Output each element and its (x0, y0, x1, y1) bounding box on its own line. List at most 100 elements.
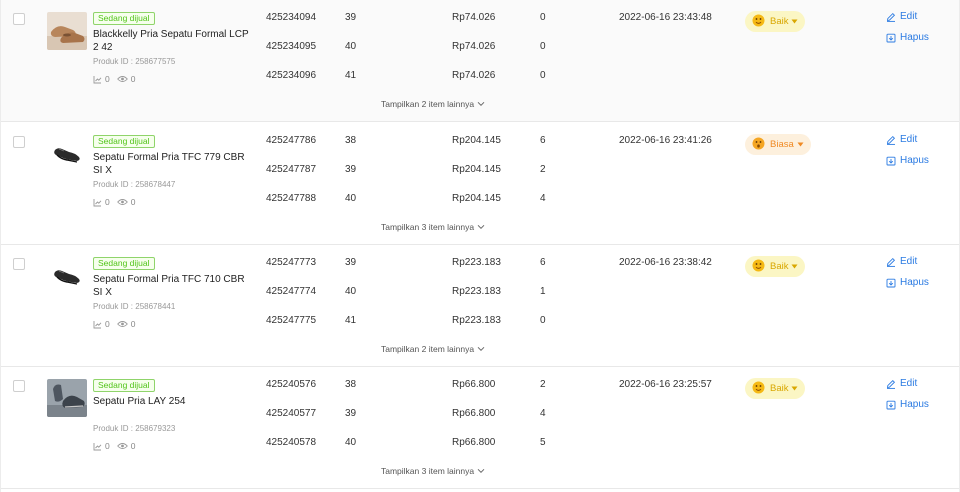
product-thumbnail[interactable] (47, 257, 87, 295)
edit-link[interactable]: Edit (886, 256, 917, 267)
variant-sku: 425247773 (266, 257, 317, 268)
variant-price[interactable]: Rp223.183 (452, 286, 501, 298)
pencil-icon (886, 135, 896, 145)
quality-badge[interactable]: Baik (745, 11, 806, 32)
variant-sku: 425240576 (266, 379, 317, 390)
view-count: 0 (130, 319, 136, 329)
variant-stock[interactable]: 6 (540, 135, 546, 147)
trash-box-icon (886, 400, 896, 409)
edit-link[interactable]: Edit (886, 134, 917, 145)
variant-stock[interactable]: 0 (540, 12, 546, 24)
variant-price[interactable]: Rp74.026 (452, 70, 495, 82)
pencil-icon (886, 379, 896, 389)
variant-price[interactable]: Rp223.183 (452, 257, 501, 269)
product-id-label: Produk ID : (93, 302, 136, 311)
variant-price[interactable]: Rp223.183 (452, 315, 501, 327)
quality-label: Baik (770, 16, 789, 27)
row-checkbox[interactable] (13, 136, 25, 148)
view-count: 0 (130, 197, 136, 207)
caret-down-icon (791, 264, 798, 269)
delete-link[interactable]: Hapus (886, 399, 929, 410)
edit-link[interactable]: Edit (886, 378, 917, 389)
product-row: Sedang dijual Blackkelly Pria Sepatu Form… (1, 0, 959, 122)
delete-link[interactable]: Hapus (886, 32, 929, 43)
product-thumbnail[interactable] (47, 12, 87, 50)
edit-link[interactable]: Edit (886, 11, 917, 22)
delete-label: Hapus (900, 32, 929, 43)
edit-label: Edit (900, 256, 918, 267)
product-name[interactable]: Blackkelly Pria Sepatu Formal LCP 2 42 (93, 28, 251, 54)
variant-price[interactable]: Rp74.026 (452, 41, 495, 53)
variant-stock[interactable]: 2 (540, 379, 546, 391)
variant-price[interactable]: Rp204.145 (452, 164, 501, 176)
variant-stock[interactable]: 4 (540, 193, 546, 205)
variant-sku: 425240577 (266, 408, 317, 419)
view-count: 0 (130, 74, 136, 84)
variant-price[interactable]: Rp74.026 (452, 12, 495, 24)
quality-label: Biasa (770, 139, 794, 150)
quality-badge[interactable]: Biasa (745, 134, 811, 155)
caret-down-icon (791, 19, 798, 24)
show-more-label: Tampilkan 2 item lainnya (381, 344, 475, 354)
show-more-items[interactable]: Tampilkan 3 item lainnya (381, 222, 485, 232)
variant-price[interactable]: Rp66.800 (452, 408, 495, 420)
product-stats: 00 (93, 197, 142, 207)
row-checkbox[interactable] (13, 380, 25, 392)
product-row: Sedang dijual Sepatu Pria LAY 254 Produk I… (1, 367, 959, 489)
variant-stock[interactable]: 6 (540, 257, 546, 269)
product-name[interactable]: Sepatu Formal Pria TFC 710 CBR SI X (93, 273, 251, 299)
variant-stock[interactable]: 2 (540, 164, 546, 176)
updated-time: 2022-06-16 23:38:42 (619, 257, 712, 268)
quality-face-icon (752, 137, 765, 153)
show-more-items[interactable]: Tampilkan 2 item lainnya (381, 344, 485, 354)
quality-face-icon (752, 14, 765, 30)
chart-stat-value: 0 (105, 441, 110, 451)
trash-box-icon (886, 33, 896, 42)
show-more-items[interactable]: Tampilkan 3 item lainnya (381, 466, 485, 476)
product-thumbnail[interactable] (47, 379, 87, 417)
product-thumbnail[interactable] (47, 135, 87, 173)
chevron-down-icon (477, 101, 485, 107)
product-name[interactable]: Sepatu Formal Pria TFC 779 CBR SI X (93, 151, 251, 177)
product-stats: 00 (93, 441, 142, 451)
chart-stat: 0 (93, 197, 110, 207)
eye-icon (116, 321, 128, 327)
view-stat: 0 (116, 197, 136, 207)
row-checkbox[interactable] (13, 13, 25, 25)
delete-label: Hapus (900, 277, 929, 288)
variant-stock[interactable]: 0 (540, 70, 546, 82)
product-name[interactable]: Sepatu Pria LAY 254 (93, 395, 251, 408)
quality-badge[interactable]: Baik (745, 378, 806, 399)
delete-link[interactable]: Hapus (886, 277, 929, 288)
variant-price[interactable]: Rp66.800 (452, 379, 495, 391)
chart-stat: 0 (93, 74, 110, 84)
product-id-value: 258679323 (135, 424, 176, 433)
variant-stock[interactable]: 0 (540, 41, 546, 53)
variant-sku: 425234094 (266, 12, 317, 23)
variant-stock[interactable]: 5 (540, 437, 546, 449)
variant-size: 41 (345, 70, 357, 81)
variant-price[interactable]: Rp204.145 (452, 135, 501, 147)
variant-price[interactable]: Rp66.800 (452, 437, 495, 449)
status-badge: Sedang dijual (93, 135, 155, 148)
view-stat: 0 (116, 319, 136, 329)
variant-stock[interactable]: 0 (540, 315, 546, 327)
chart-stat-value: 0 (105, 74, 110, 84)
row-checkbox[interactable] (13, 258, 25, 270)
variant-size: 38 (345, 135, 357, 146)
variant-size: 39 (345, 408, 357, 419)
product-id-label: Produk ID : (93, 180, 136, 189)
chevron-down-icon (477, 224, 485, 230)
show-more-items[interactable]: Tampilkan 2 item lainnya (381, 99, 485, 109)
variant-stock[interactable]: 1 (540, 286, 546, 298)
pencil-icon (886, 257, 896, 267)
variant-sku: 425247786 (266, 135, 317, 146)
variant-stock[interactable]: 4 (540, 408, 546, 420)
status-badge: Sedang dijual (93, 12, 155, 25)
quality-badge[interactable]: Baik (745, 256, 806, 277)
delete-link[interactable]: Hapus (886, 155, 929, 166)
product-row: Sedang dijual Sepatu Formal Pria TFC 779 … (1, 123, 959, 245)
variant-price[interactable]: Rp204.145 (452, 193, 501, 205)
quality-label: Baik (770, 261, 789, 272)
variant-size: 40 (345, 193, 357, 204)
